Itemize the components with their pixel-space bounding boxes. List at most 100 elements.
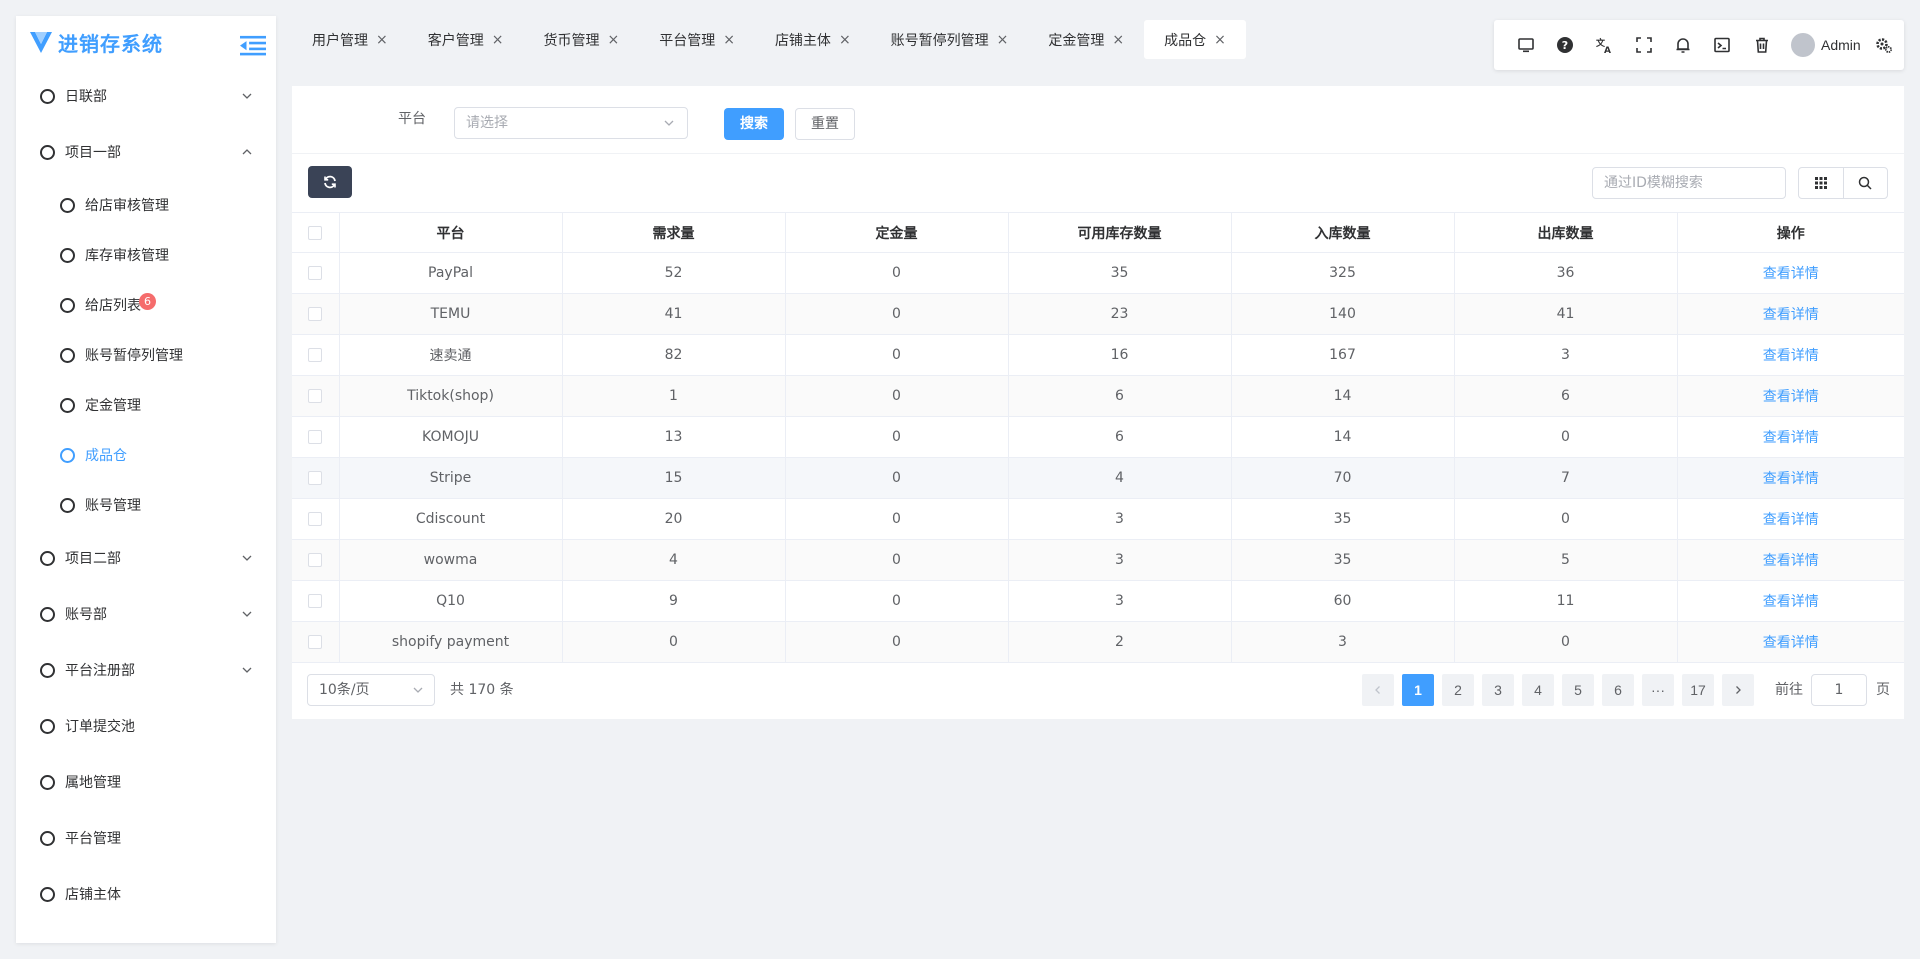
terminal-icon[interactable]	[1703, 25, 1742, 65]
fullscreen-icon[interactable]	[1624, 25, 1663, 65]
row-select-cell	[292, 293, 340, 335]
column-header: 需求量	[562, 212, 786, 253]
search-button[interactable]: 搜索	[724, 108, 784, 140]
sidebar-subitem-1-1[interactable]: 库存审核管理	[16, 230, 276, 280]
table-row: Stripe 15 0 4 70 7 查看详情	[292, 457, 1904, 499]
tab-4[interactable]: 店铺主体 ×	[755, 20, 871, 59]
sidebar-item-3[interactable]: 账号部	[16, 586, 276, 642]
view-detail-link[interactable]: 查看详情	[1763, 389, 1819, 405]
sidebar-subitem-1-4[interactable]: 定金管理	[16, 380, 276, 430]
view-detail-link[interactable]: 查看详情	[1763, 471, 1819, 487]
view-detail-link[interactable]: 查看详情	[1763, 266, 1819, 282]
sidebar-item-8[interactable]: 店铺主体	[16, 866, 276, 922]
sidebar-subitem-1-3[interactable]: 账号暂停列管理	[16, 330, 276, 380]
page-button[interactable]: 1	[1402, 674, 1434, 706]
view-detail-link[interactable]: 查看详情	[1763, 594, 1819, 610]
row-checkbox[interactable]	[308, 512, 323, 526]
page-button[interactable]: 6	[1602, 674, 1634, 706]
table-cell: 16	[1008, 334, 1232, 376]
view-detail-link[interactable]: 查看详情	[1763, 635, 1819, 651]
sidebar-item-0[interactable]: 日联部	[16, 68, 276, 124]
page-button[interactable]: 17	[1682, 674, 1714, 706]
prev-page-button[interactable]	[1362, 674, 1394, 706]
user-name[interactable]: Admin	[1821, 37, 1861, 53]
next-page-button[interactable]	[1722, 674, 1754, 706]
close-icon[interactable]: ×	[607, 32, 619, 48]
view-detail-link[interactable]: 查看详情	[1763, 553, 1819, 569]
sidebar-subitem-1-2[interactable]: 给店列表 6	[16, 280, 276, 330]
page-button[interactable]: 2	[1442, 674, 1474, 706]
sidebar-item-2[interactable]: 项目二部	[16, 530, 276, 586]
refresh-button[interactable]	[308, 166, 352, 198]
close-icon[interactable]: ×	[839, 32, 851, 48]
search-icon[interactable]	[1842, 168, 1888, 198]
row-checkbox[interactable]	[308, 471, 323, 485]
page-button[interactable]: 5	[1562, 674, 1594, 706]
tab-label: 店铺主体	[774, 32, 831, 49]
row-checkbox[interactable]	[308, 307, 323, 321]
table-row: shopify payment 0 0 2 3 0 查看详情	[292, 621, 1904, 663]
sidebar-subitem-1-5[interactable]: 成品仓	[16, 430, 276, 480]
grid-icon[interactable]	[1799, 168, 1843, 198]
table-cell: 15	[562, 457, 786, 499]
row-checkbox[interactable]	[308, 266, 323, 280]
table-cell: 0	[785, 539, 1009, 581]
reset-button[interactable]: 重置	[795, 108, 855, 140]
select-all-checkbox[interactable]	[308, 225, 323, 240]
page-button[interactable]: 3	[1482, 674, 1514, 706]
table-body: PayPal 52 0 35 325 36 查看详情 TEMU 41 0 23 140 41 查看详情 速卖…	[292, 252, 1904, 663]
trash-icon[interactable]	[1742, 25, 1781, 65]
tab-1[interactable]: 客户管理 ×	[408, 20, 524, 59]
row-checkbox[interactable]	[308, 635, 323, 649]
row-checkbox[interactable]	[308, 553, 323, 567]
row-checkbox[interactable]	[308, 348, 323, 362]
sidebar-subitem-1-0[interactable]: 给店审核管理	[16, 180, 276, 230]
page-button[interactable]: 4	[1522, 674, 1554, 706]
tab-5[interactable]: 账号暂停列管理 ×	[871, 20, 1029, 59]
close-icon[interactable]: ×	[1112, 32, 1124, 48]
avatar[interactable]	[1791, 33, 1816, 57]
monitor-icon[interactable]	[1506, 25, 1545, 65]
view-detail-link[interactable]: 查看详情	[1763, 307, 1819, 323]
sidebar-item-6[interactable]: 属地管理	[16, 754, 276, 810]
tab-2[interactable]: 货币管理 ×	[523, 20, 639, 59]
view-detail-link[interactable]: 查看详情	[1763, 348, 1819, 364]
sidebar-item-label: 日联部	[65, 89, 107, 105]
sidebar-item-label: 订单提交池	[65, 719, 135, 735]
gear-icon[interactable]	[1865, 25, 1904, 65]
row-select-cell	[292, 375, 340, 417]
sidebar-subitem-1-6[interactable]: 账号管理	[16, 480, 276, 530]
more-pages-button[interactable]: ···	[1642, 674, 1674, 706]
sidebar-subitem-label: 给店列表	[85, 298, 141, 314]
page-size-select[interactable]: 10条/页	[307, 674, 435, 706]
help-icon[interactable]: ?	[1545, 25, 1584, 65]
menu-collapse-icon[interactable]	[240, 32, 266, 58]
view-detail-link[interactable]: 查看详情	[1763, 430, 1819, 446]
close-icon[interactable]: ×	[376, 32, 388, 48]
tab-7[interactable]: 成品仓 ×	[1144, 20, 1246, 59]
bell-icon[interactable]	[1663, 25, 1702, 65]
tab-3[interactable]: 平台管理 ×	[639, 20, 755, 59]
row-checkbox[interactable]	[308, 389, 323, 403]
sidebar-item-4[interactable]: 平台注册部	[16, 642, 276, 698]
goto-page-input[interactable]	[1811, 674, 1867, 706]
tab-6[interactable]: 定金管理 ×	[1028, 20, 1144, 59]
view-detail-link[interactable]: 查看详情	[1763, 512, 1819, 528]
translate-icon[interactable]: 文A	[1585, 25, 1624, 65]
sidebar-item-7[interactable]: 平台管理	[16, 810, 276, 866]
close-icon[interactable]: ×	[1214, 32, 1226, 48]
close-icon[interactable]: ×	[492, 32, 504, 48]
id-search-input[interactable]	[1592, 167, 1786, 199]
row-checkbox[interactable]	[308, 430, 323, 444]
row-checkbox[interactable]	[308, 594, 323, 608]
close-icon[interactable]: ×	[723, 32, 735, 48]
tab-0[interactable]: 用户管理 ×	[292, 20, 408, 59]
platform-select[interactable]: 请选择	[454, 107, 688, 139]
table-cell: 0	[562, 621, 786, 663]
table-cell: 35	[1231, 539, 1455, 581]
sidebar-item-5[interactable]: 订单提交池	[16, 698, 276, 754]
close-icon[interactable]: ×	[997, 32, 1009, 48]
table-cell: 60	[1231, 580, 1455, 622]
sidebar-item-1[interactable]: 项目一部	[16, 124, 276, 180]
column-header: 出库数量	[1454, 212, 1678, 253]
